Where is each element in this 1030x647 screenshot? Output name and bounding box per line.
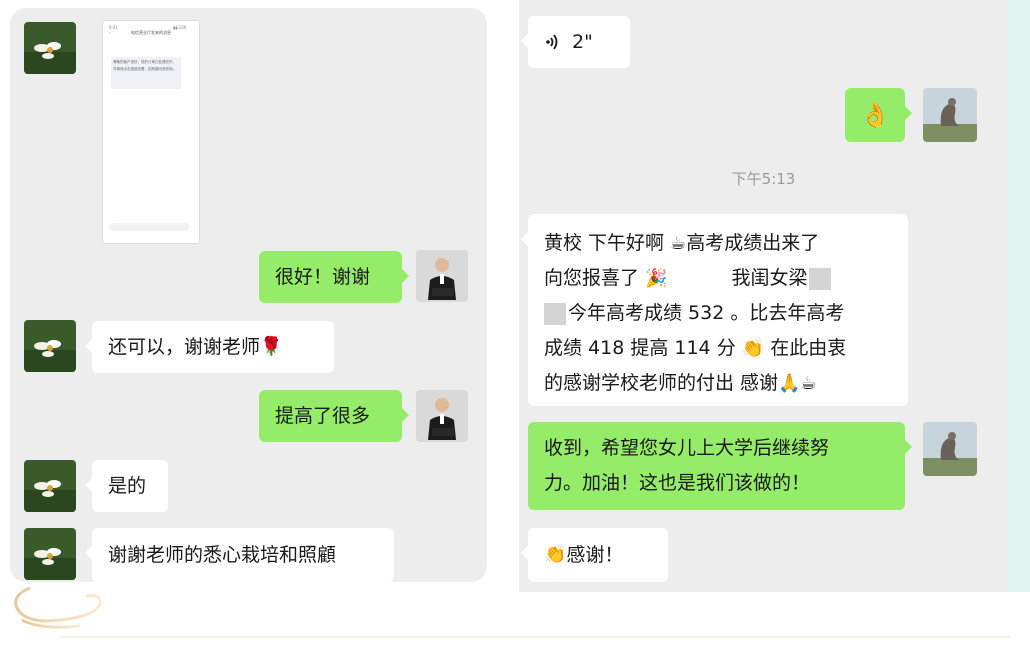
message-line: 收到，希望您女儿上大学后继续努 (544, 437, 830, 459)
redacted-name-block (809, 267, 832, 290)
message-line: 的感谢学校老师的付出 感谢🙏☕ (544, 366, 892, 401)
redacted-name-block (544, 302, 566, 325)
message-line: 黄校 下午好啊 ☕高考成绩出来了 (544, 226, 892, 261)
praying-hands-icon: 🙏 (778, 373, 801, 394)
message-bubble-outgoing[interactable]: 很好！谢谢 (259, 251, 409, 303)
screenshot-input-bar (109, 223, 189, 231)
message-text: 还可以，谢谢老师 (108, 336, 261, 358)
coffee-icon: ☕ (800, 373, 817, 394)
my-avatar[interactable] (416, 390, 468, 442)
timestamp: 下午5:13 (731, 170, 796, 188)
contact-avatar[interactable] (24, 460, 76, 512)
screenshot-title: 电信营业厅发来的消息 (131, 30, 171, 35)
message-text: 提高了很多 (275, 405, 371, 427)
my-avatar[interactable] (923, 88, 977, 142)
voice-message-bubble[interactable]: 2" (521, 16, 630, 68)
clapping-hands-icon: 👏 (741, 338, 765, 359)
panel-edge-strip (1008, 0, 1030, 592)
emoji-message-outgoing[interactable]: 👌 (845, 88, 912, 142)
message-bubble-incoming[interactable]: 是的 (85, 460, 168, 512)
message-bubble-incoming[interactable]: 谢謝老师的悉心栽培和照顧 (85, 528, 394, 582)
contact-avatar[interactable] (24, 528, 76, 580)
right-chat-panel: 2" 👌 下午5:13 黄校 下午好啊 ☕高考成绩出来了 向您报喜了 🎉 我闺女梁… (519, 0, 1008, 592)
message-text: 感谢！ (566, 544, 624, 566)
message-line: 今年高考成绩 532 。比去年高考 (544, 296, 892, 331)
screenshot-message: 尊敬的客户您好，您的订单已处理完毕，详情请点击链接查看，如有疑问请咨询。 (111, 57, 181, 89)
message-bubble-incoming[interactable]: 👏 感谢！ (521, 528, 668, 582)
message-bubble-incoming[interactable]: 黄校 下午好啊 ☕高考成绩出来了 向您报喜了 🎉 我闺女梁 今年高考成绩 532 … (521, 214, 908, 406)
voice-icon (546, 34, 558, 50)
message-bubble-incoming[interactable]: 还可以，谢谢老师 🌹 (85, 321, 334, 373)
left-chat-panel: 9:41 ▮▮ 100 ‹ 电信营业厅发来的消息 尊敬的客户您好，您的订单已处理… (10, 8, 487, 582)
my-avatar[interactable] (416, 250, 468, 302)
ok-hand-icon: 👌 (860, 101, 890, 129)
rose-icon: 🌹 (260, 336, 283, 357)
message-text: 是的 (108, 475, 147, 497)
shared-screenshot-image[interactable]: 9:41 ▮▮ 100 ‹ 电信营业厅发来的消息 尊敬的客户您好，您的订单已处理… (102, 20, 200, 244)
message-bubble-outgoing[interactable]: 收到，希望您女儿上大学后继续努 力。加油！这也是我们该做的！ (528, 422, 912, 510)
my-avatar[interactable] (923, 422, 977, 476)
message-text: 谢謝老师的悉心栽培和照顧 (108, 544, 337, 566)
message-bubble-outgoing[interactable]: 提高了很多 (259, 390, 409, 442)
party-popper-icon: 🎉 (645, 268, 668, 289)
message-line: 力。加油！这也是我们该做的！ (544, 472, 811, 494)
coffee-icon: ☕ (670, 233, 687, 254)
contact-avatar[interactable] (24, 320, 76, 372)
message-line: 成绩 418 提高 114 分 👏 在此由衷 (544, 331, 892, 366)
clapping-hands-icon: 👏 (544, 544, 567, 565)
message-text: 很好！谢谢 (275, 266, 371, 288)
message-line: 向您报喜了 🎉 我闺女梁 (544, 261, 892, 296)
voice-duration: 2" (572, 31, 593, 53)
contact-avatar[interactable] (24, 22, 76, 74)
